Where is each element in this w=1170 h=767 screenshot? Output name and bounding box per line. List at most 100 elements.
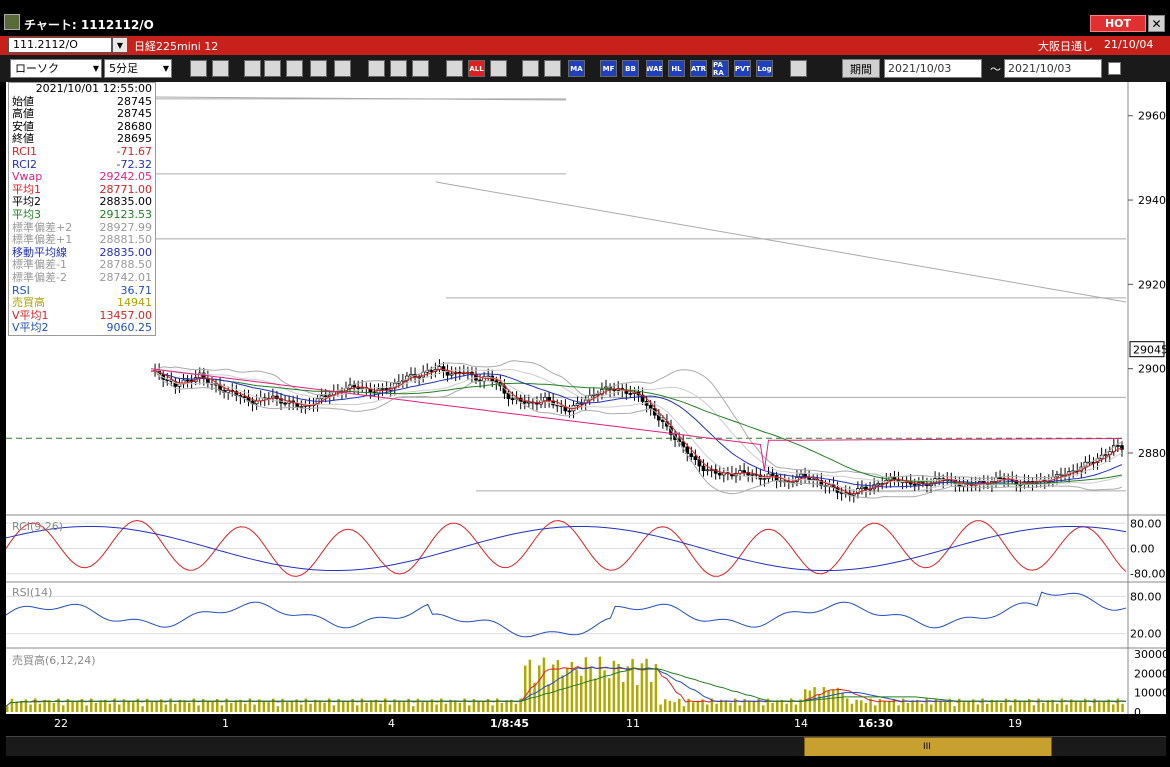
- candle-body: [717, 472, 722, 476]
- zoom-icon[interactable]: [190, 60, 207, 77]
- volume-bar: [715, 703, 718, 712]
- chart-area[interactable]: 29600 29400 29200 29000 28800 29045 80.00 0.00 -…: [6, 82, 1166, 714]
- volume-bar: [458, 702, 462, 712]
- volume-bar: [776, 700, 779, 712]
- volume-bar: [939, 700, 942, 712]
- all-icon[interactable]: ALL: [468, 60, 485, 77]
- volume-bar: [640, 663, 644, 712]
- volume-bar: [654, 664, 658, 712]
- info-row-value: 28745: [117, 107, 152, 121]
- volume-bar: [1065, 704, 1068, 712]
- bb-icon[interactable]: BB: [622, 60, 639, 77]
- volume-bar: [155, 700, 158, 712]
- volume-bar: [589, 668, 592, 712]
- date-from-input[interactable]: 2021/10/03: [884, 59, 982, 78]
- volume-bar: [762, 705, 765, 712]
- para-icon[interactable]: PA RA: [712, 60, 729, 77]
- candle-body: [799, 473, 803, 478]
- chart-type-select[interactable]: ローソク ▼: [10, 59, 102, 78]
- x-axis-label: 16:30: [858, 717, 894, 730]
- candle-body: [575, 402, 580, 406]
- box2-icon[interactable]: [446, 60, 463, 77]
- volume-bar: [426, 700, 429, 712]
- chart-type-value: ローソク: [15, 62, 59, 75]
- info-datetime: 2021/10/01 12:55:00: [35, 82, 152, 95]
- interval-select[interactable]: 5分足 ▼: [104, 59, 172, 78]
- volume-bar: [468, 705, 471, 712]
- rci-pane-label: RCI(9,26): [12, 520, 64, 533]
- toolbar-checkbox[interactable]: [1108, 62, 1121, 75]
- candle-body: [283, 402, 287, 405]
- cursor-icon[interactable]: [212, 60, 229, 77]
- rsi-pane-label: RSI(14): [12, 586, 53, 599]
- volume-bar: [617, 663, 620, 712]
- candle-body: [892, 476, 897, 480]
- gear-icon[interactable]: [490, 60, 507, 77]
- candle-body: [437, 366, 442, 370]
- volume-bar: [477, 701, 480, 712]
- volume-bar: [883, 701, 886, 712]
- volume-bar: [692, 702, 695, 712]
- volume-bar: [752, 701, 756, 712]
- volume-bar: [785, 703, 788, 712]
- magnify-icon[interactable]: [264, 60, 281, 77]
- price-tick-label: 29400: [1138, 194, 1166, 207]
- arrow-down-icon[interactable]: [244, 60, 261, 77]
- volume-bar: [1037, 698, 1040, 712]
- volume-bar: [29, 704, 32, 712]
- mf-icon[interactable]: MF: [600, 60, 617, 77]
- hl-icon[interactable]: HL: [668, 60, 685, 77]
- volume-bar: [584, 657, 588, 712]
- symbol-dropdown-chevron-icon[interactable]: ▼: [112, 37, 128, 53]
- volume-bar: [659, 704, 662, 712]
- close-icon[interactable]: ✕: [1148, 15, 1165, 32]
- compare-icon[interactable]: [286, 60, 303, 77]
- color-icon[interactable]: [544, 60, 561, 77]
- info-panel: 2021/10/01 12:55:00 始値 28745 高値 28745 安値 2868…: [8, 82, 156, 336]
- arrow-icon[interactable]: [390, 60, 407, 77]
- period-button[interactable]: 期間: [842, 59, 880, 78]
- volume-bar: [197, 705, 200, 712]
- log-icon[interactable]: Log: [756, 60, 773, 77]
- pen-icon[interactable]: [334, 60, 351, 77]
- candle-body: [429, 370, 434, 372]
- hot-button[interactable]: HOT: [1090, 15, 1146, 32]
- wae-icon[interactable]: WAE: [646, 60, 663, 77]
- volume-bar: [729, 702, 732, 712]
- volume-bar: [832, 689, 835, 712]
- ma-icon[interactable]: MA: [568, 60, 585, 77]
- volume-bar: [953, 706, 956, 712]
- candle-body: [526, 401, 531, 404]
- grey-icon[interactable]: [310, 60, 327, 77]
- volume-bar: [454, 700, 457, 712]
- pvt-icon[interactable]: PVT: [734, 60, 751, 77]
- chart-canvas[interactable]: 29600 29400 29200 29000 28800 29045 80.00 0.00 -…: [6, 82, 1166, 714]
- volume-bar: [332, 705, 336, 712]
- chart-scrollbar[interactable]: III: [6, 736, 1166, 757]
- export-icon[interactable]: [790, 60, 807, 77]
- price-tick-label: 29200: [1138, 278, 1166, 291]
- pointer-icon[interactable]: [368, 60, 385, 77]
- bollinger-lower-2: [150, 370, 1123, 499]
- candle-body: [693, 456, 698, 460]
- date-to-input[interactable]: 2021/10/03: [1004, 59, 1102, 78]
- brush-icon[interactable]: [522, 60, 539, 77]
- volume-bar: [794, 704, 798, 712]
- candle-body: [409, 374, 413, 377]
- volume-bar: [402, 702, 406, 712]
- volume-bar: [244, 703, 247, 712]
- volume-bar: [500, 702, 504, 712]
- info-row-value: 28742.01: [99, 270, 153, 284]
- volume-bar: [6, 706, 9, 712]
- candle-body: [254, 400, 259, 405]
- scroll-thumb[interactable]: III: [804, 737, 1052, 757]
- candle-body: [323, 395, 328, 398]
- volume-bar: [108, 703, 112, 712]
- candle-body: [742, 470, 746, 473]
- atr-icon[interactable]: ATR: [690, 60, 707, 77]
- symbol-input[interactable]: 111.2112/O: [8, 37, 112, 53]
- volume-bar: [356, 705, 359, 712]
- toolbar: ローソク ▼ 5分足 ▼ ALL MA MF BB WAE HL ATR PA RA PVT Log …: [0, 55, 1170, 82]
- volume-bar: [542, 657, 546, 712]
- box-icon[interactable]: [412, 60, 429, 77]
